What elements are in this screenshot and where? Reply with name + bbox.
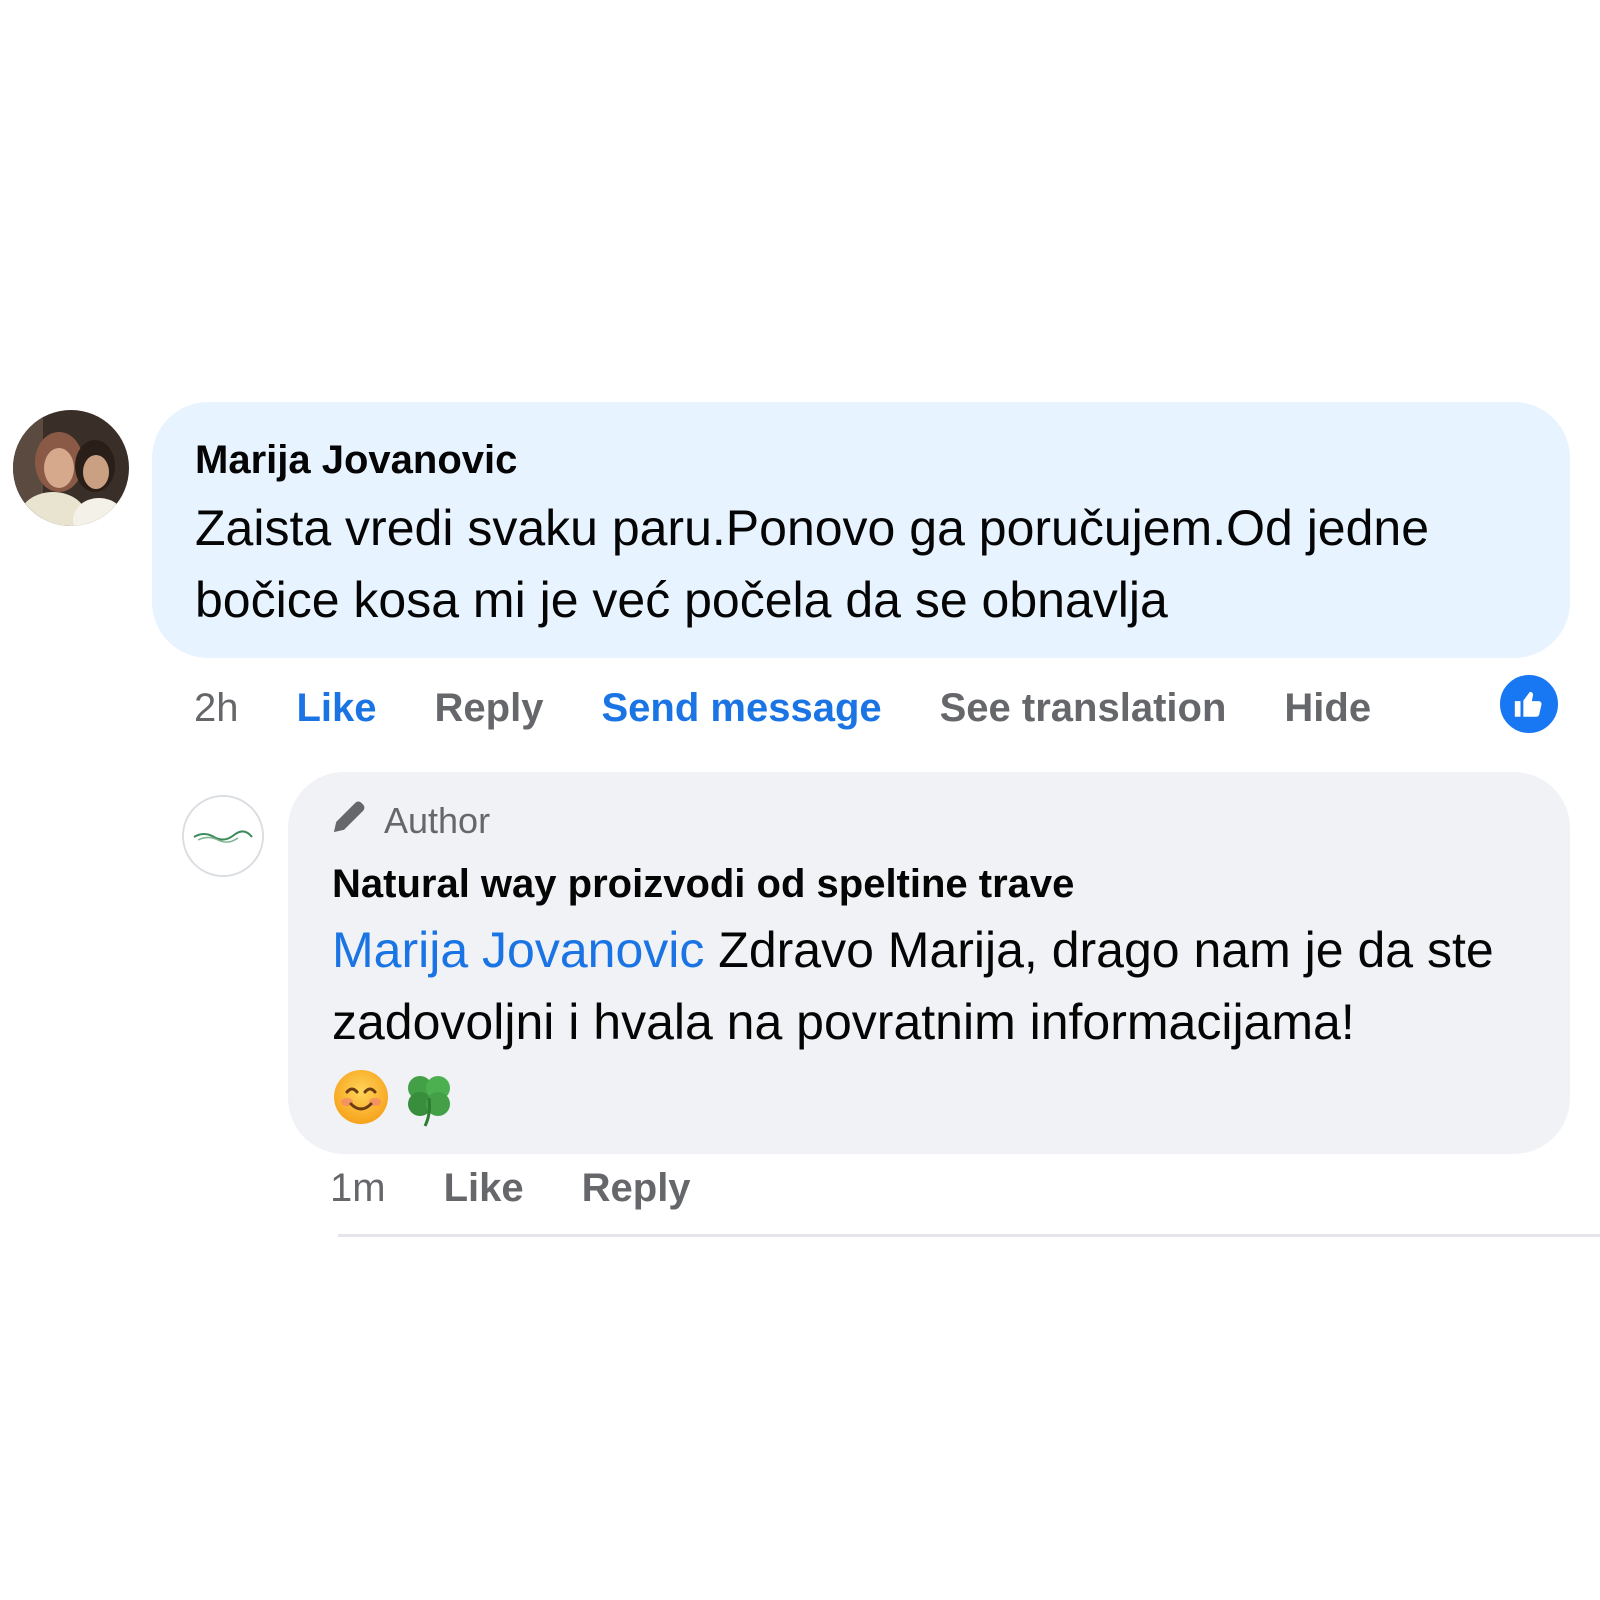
comment-thread: Marija Jovanovic Zaista vredi svaku paru… bbox=[0, 0, 1600, 1600]
send-message-link[interactable]: Send message bbox=[601, 686, 881, 731]
page-avatar[interactable] bbox=[182, 795, 264, 877]
emoji-row bbox=[332, 1068, 460, 1135]
reply-reply-link[interactable]: Reply bbox=[582, 1166, 691, 1211]
comment-text: Zaista vredi svaku paru.Ponovo ga poruču… bbox=[195, 500, 1430, 628]
reply-text: Marija Jovanovic Zdravo Marija, drago na… bbox=[332, 914, 1562, 1058]
comment-actions: 2h Like Reply Send message See translati… bbox=[194, 682, 1429, 734]
comment-timestamp[interactable]: 2h bbox=[194, 686, 239, 731]
reply-actions: 1m Like Reply bbox=[330, 1162, 749, 1214]
like-link[interactable]: Like bbox=[297, 686, 377, 731]
reply-timestamp[interactable]: 1m bbox=[330, 1166, 386, 1211]
mention-link[interactable]: Marija Jovanovic bbox=[332, 922, 704, 978]
smiling-face-icon bbox=[332, 1068, 390, 1135]
commenter-name[interactable]: Marija Jovanovic bbox=[195, 438, 517, 483]
four-leaf-clover-icon bbox=[398, 1068, 460, 1135]
reply-link[interactable]: Reply bbox=[435, 686, 544, 731]
pencil-icon bbox=[330, 796, 370, 845]
page-name[interactable]: Natural way proizvodi od speltine trave bbox=[332, 862, 1074, 907]
author-badge: Author bbox=[330, 796, 490, 845]
thumbs-up-icon[interactable] bbox=[1497, 672, 1561, 736]
commenter-avatar[interactable] bbox=[13, 410, 129, 526]
hide-link[interactable]: Hide bbox=[1284, 686, 1371, 731]
author-badge-label: Author bbox=[384, 799, 491, 841]
divider bbox=[338, 1234, 1600, 1237]
reply-like-link[interactable]: Like bbox=[444, 1166, 524, 1211]
see-translation-link[interactable]: See translation bbox=[940, 686, 1227, 731]
